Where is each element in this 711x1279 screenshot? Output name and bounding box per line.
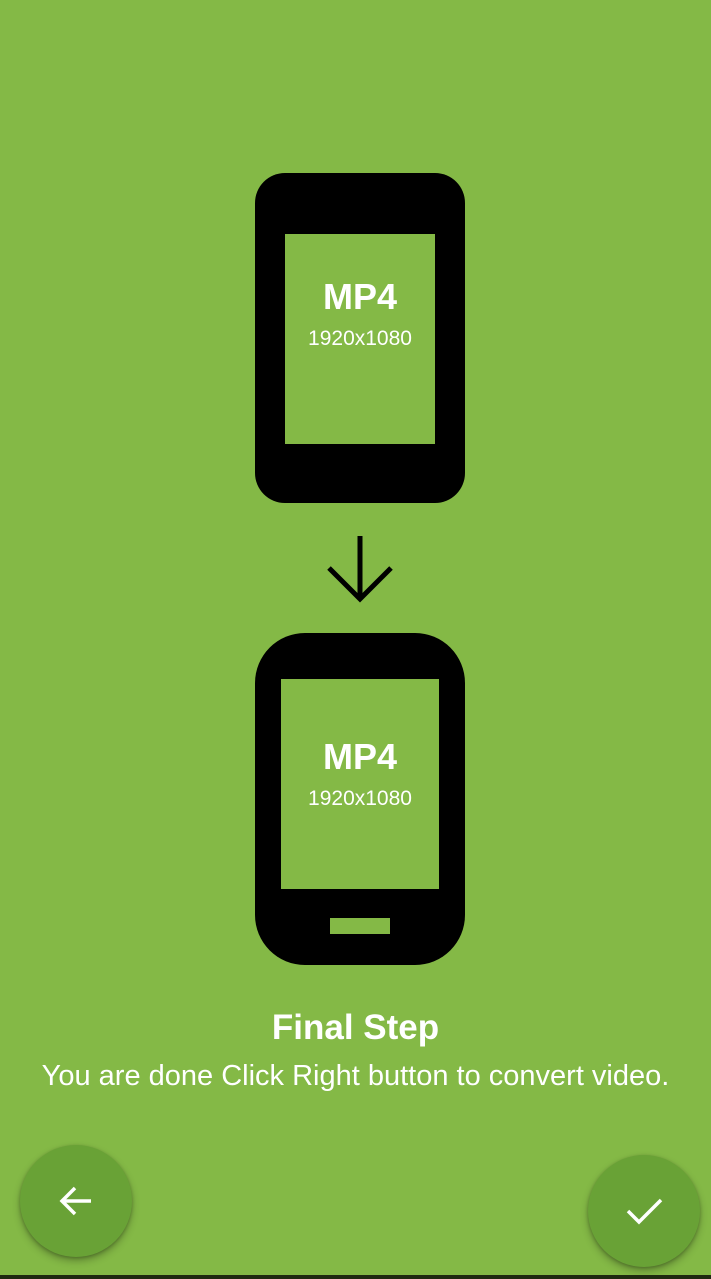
bottom-edge <box>0 1275 711 1279</box>
arrow-back-icon <box>58 1183 94 1219</box>
check-icon <box>624 1191 664 1231</box>
source-phone-illustration: MP4 1920x1080 <box>255 173 465 503</box>
target-phone-illustration: MP4 1920x1080 <box>255 633 465 965</box>
target-phone-screen: MP4 1920x1080 <box>281 679 439 889</box>
arrow-down-icon <box>325 534 395 604</box>
target-format-label: MP4 <box>322 736 398 777</box>
source-phone-screen: MP4 1920x1080 <box>285 234 435 444</box>
source-format-label: MP4 <box>322 276 398 317</box>
source-resolution-label: 1920x1080 <box>308 327 412 350</box>
back-button[interactable] <box>20 1145 132 1257</box>
step-title: Final Step <box>271 1008 440 1047</box>
step-description: You are done Click Right button to conve… <box>41 1060 670 1092</box>
convert-done-button[interactable] <box>588 1155 700 1267</box>
target-resolution-label: 1920x1080 <box>308 787 412 810</box>
phone-home-button <box>330 918 390 934</box>
